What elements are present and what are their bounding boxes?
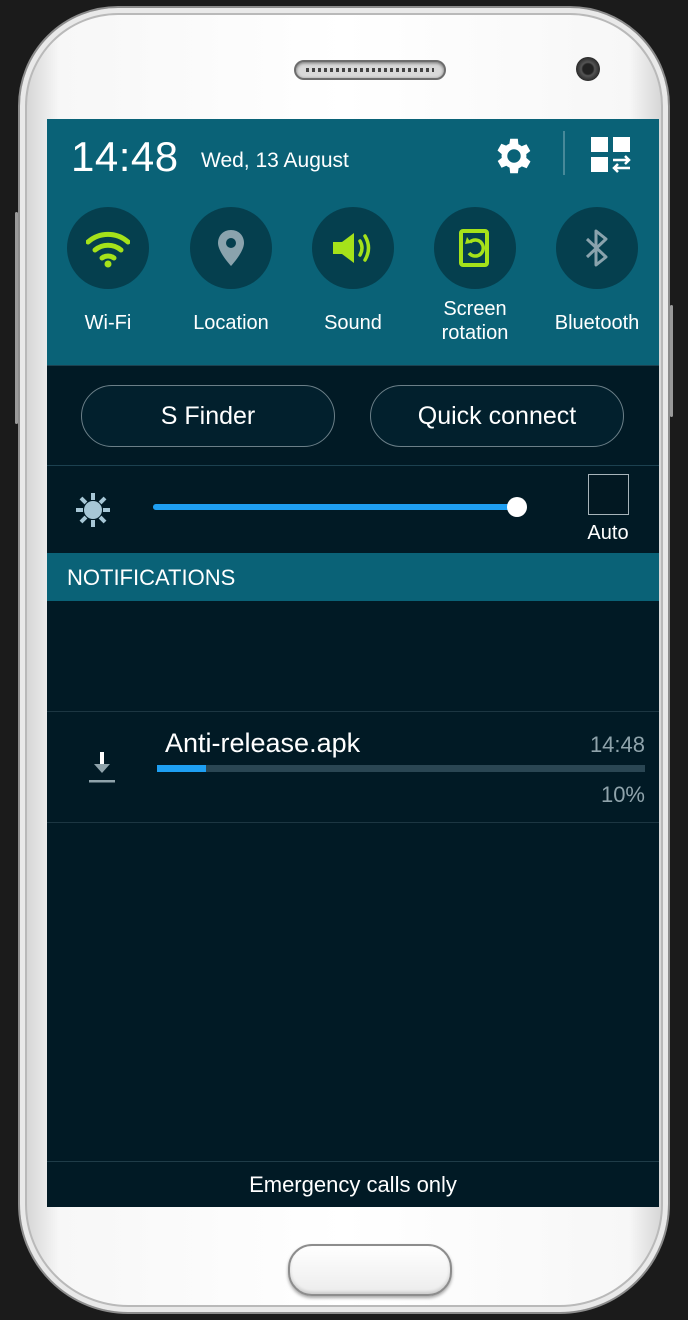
toggle-bluetooth-label: Bluetooth	[554, 312, 640, 334]
home-button[interactable]	[288, 1244, 452, 1296]
grid-edit-icon[interactable]	[589, 135, 633, 175]
download-progress-bar	[157, 765, 645, 772]
toggle-sound-label: Sound	[324, 312, 382, 334]
toggle-screen-rotation-label: Screen rotation	[419, 297, 531, 345]
s-finder-button[interactable]: S Finder	[81, 385, 335, 447]
quick-connect-button[interactable]: Quick connect	[370, 385, 624, 447]
brightness-slider-thumb[interactable]	[507, 497, 528, 517]
notification-shade: 14:48 Wed, 13 August Wi-Fi Location Soun…	[47, 119, 659, 1207]
toggle-location-label: Location	[193, 312, 269, 334]
status-clock: 14:48	[71, 133, 179, 180]
location-pin-icon	[218, 230, 244, 266]
toggle-bluetooth-button[interactable]	[556, 207, 638, 289]
toggle-wifi-label: Wi-Fi	[84, 312, 132, 334]
wifi-icon	[86, 231, 130, 268]
carrier-status-bar: Emergency calls only	[47, 1161, 659, 1207]
notification-title: Anti-release.apk	[165, 728, 361, 758]
toggle-screen-rotation-button[interactable]	[434, 207, 516, 289]
brightness-row: Auto	[47, 465, 659, 553]
download-progress-fill	[157, 765, 206, 772]
status-date: Wed, 13 August	[201, 149, 349, 172]
sound-icon	[333, 233, 371, 263]
power-key	[670, 305, 673, 417]
quick-buttons-row: S Finder Quick connect	[47, 365, 659, 465]
earpiece-speaker	[294, 60, 446, 80]
volume-key	[15, 212, 18, 424]
toggle-wifi[interactable]: Wi-Fi	[52, 207, 164, 335]
brightness-slider-fill	[153, 504, 518, 510]
toggle-screen-rotation[interactable]: Screen rotation	[419, 207, 531, 345]
toggle-screen-rotation-label-line2: rotation	[441, 322, 509, 344]
auto-brightness-label: Auto	[587, 522, 629, 544]
notification-percent: 10%	[600, 782, 645, 807]
screen-rotation-icon	[459, 229, 489, 267]
front-camera	[576, 57, 600, 81]
gear-icon[interactable]	[491, 133, 537, 179]
auto-brightness-checkbox[interactable]	[588, 474, 629, 515]
toggle-location[interactable]: Location	[175, 207, 287, 335]
toggle-sound-button[interactable]	[312, 207, 394, 289]
notifications-header-label: NOTIFICATIONS	[67, 565, 236, 590]
toggle-bluetooth[interactable]: Bluetooth	[541, 207, 653, 335]
toggle-screen-rotation-label-line1: Screen	[443, 298, 507, 320]
notifications-header: NOTIFICATIONS	[47, 553, 659, 601]
toggle-sound[interactable]: Sound	[297, 207, 409, 335]
brightness-slider[interactable]	[153, 497, 528, 517]
carrier-status-text: Emergency calls only	[249, 1172, 457, 1197]
download-icon	[89, 752, 115, 783]
brightness-icon	[76, 493, 110, 527]
download-notification[interactable]: Anti-release.apk 14:48 10%	[47, 711, 659, 823]
notification-time: 14:48	[589, 732, 645, 757]
bluetooth-icon	[585, 229, 608, 267]
toggle-location-button[interactable]	[190, 207, 272, 289]
quick-settings-panel: 14:48 Wed, 13 August Wi-Fi Location Soun…	[47, 119, 659, 365]
divider	[563, 131, 565, 175]
toggle-wifi-button[interactable]	[67, 207, 149, 289]
